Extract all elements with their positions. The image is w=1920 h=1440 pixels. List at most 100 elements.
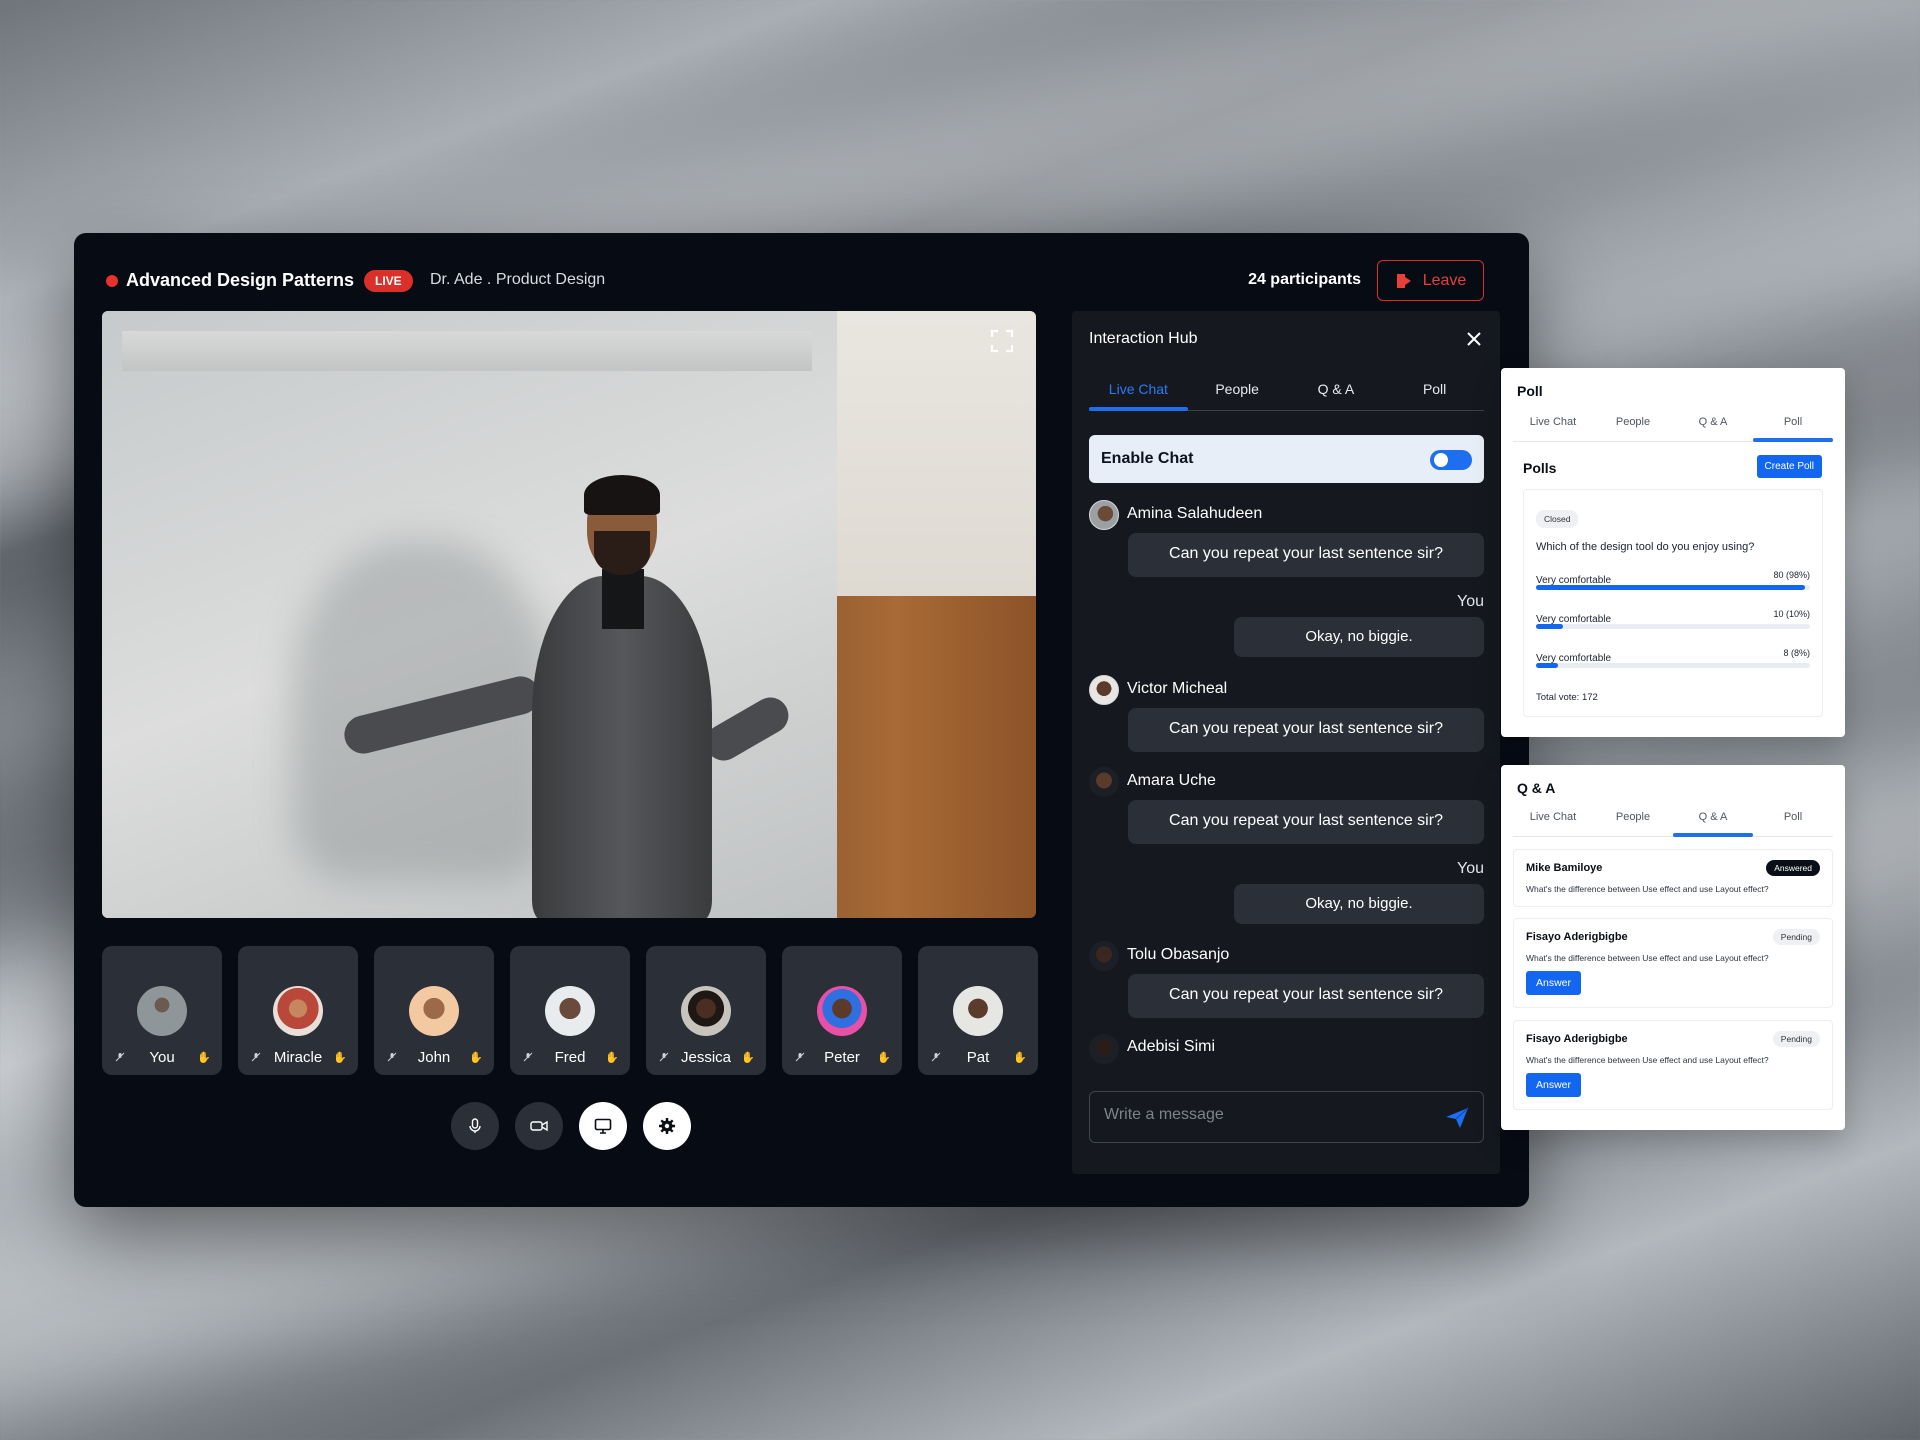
meeting-title: Advanced Design Patterns [126,270,355,290]
participant-count[interactable]: 24 participants [1248,271,1361,289]
tab-qa[interactable]: Q & A [1287,367,1386,410]
meeting-window: Advanced Design Patterns LIVE Dr. Ade . … [74,233,1529,1207]
raise-hand-icon: ✋ [469,1052,483,1064]
call-controls [451,1102,691,1150]
avatar [1089,941,1119,971]
close-icon[interactable] [1464,329,1484,349]
enable-chat-row: Enable Chat [1089,435,1484,483]
participant-tile[interactable]: Peter ✋ [782,946,902,1075]
participant-tiles: You ✋ Miracle ✋ John ✋ Fred ✋ Jessica ✋ [102,946,1038,1075]
poll-progress-fill [1536,663,1558,668]
fullscreen-icon[interactable] [990,329,1014,353]
avatar [1089,500,1119,530]
panel-title: Poll [1517,383,1543,399]
qa-panel: Q & A Live Chat People Q & A Poll Mike B… [1501,765,1845,1130]
tab-people[interactable]: People [1593,416,1673,441]
tab-people[interactable]: People [1593,811,1673,836]
tab-live-chat[interactable]: Live Chat [1089,367,1188,411]
poll-progress-fill [1536,624,1564,629]
tab-people[interactable]: People [1188,367,1287,410]
avatar [1089,675,1119,705]
poll-option: Very comfortable 8 (8%) [1536,648,1810,668]
hub-tabs: Live Chat People Q & A Poll [1089,367,1484,411]
message-composer [1089,1091,1484,1143]
raise-hand-icon: ✋ [1013,1052,1027,1064]
raise-hand-icon: ✋ [741,1052,755,1064]
poll-option-value: 80 (98%) [1773,570,1810,580]
answer-button[interactable]: Answer [1526,1073,1582,1097]
avatar [681,986,731,1036]
leave-icon [1396,273,1411,288]
participant-tile[interactable]: Miracle ✋ [238,946,358,1075]
message-sender: Tolu Obasanjo [1127,946,1230,963]
qa-author: Fisayo Aderigbigbe [1526,1033,1628,1045]
participant-tile[interactable]: Pat ✋ [918,946,1038,1075]
poll-progress-track [1536,585,1810,590]
chat-message: Can you repeat your last sentence sir? [1128,974,1484,1018]
message-sender: Victor Micheal [1127,680,1228,697]
monitor-icon [594,1118,612,1134]
status-badge: Answered [1766,860,1820,876]
participant-tile[interactable]: Jessica ✋ [646,946,766,1075]
you-label: You [1457,593,1484,610]
qa-question: What's the difference between Use effect… [1526,884,1769,894]
presenter-video[interactable] [102,311,1036,918]
status-badge: Closed [1536,510,1579,528]
you-label: You [1457,860,1484,877]
qa-item: Fisayo Aderigbigbe Pending What's the di… [1513,918,1833,1008]
participant-tile[interactable]: You ✋ [102,946,222,1075]
status-badge: Pending [1772,1031,1820,1047]
qa-question: What's the difference between Use effect… [1526,1055,1769,1065]
poll-panel: Poll Live Chat People Q & A Poll Polls C… [1501,368,1845,737]
gear-icon [659,1118,675,1134]
top-bar: Advanced Design Patterns LIVE Dr. Ade . … [74,233,1529,313]
poll-panel-tabs: Live Chat People Q & A Poll [1513,416,1833,442]
tab-qa[interactable]: Q & A [1673,811,1753,837]
camera-button[interactable] [515,1102,563,1150]
qa-panel-tabs: Live Chat People Q & A Poll [1513,811,1833,837]
qa-question: What's the difference between Use effect… [1526,953,1769,963]
participant-tile[interactable]: Fred ✋ [510,946,630,1075]
poll-progress-track [1536,624,1810,629]
qa-item: Mike Bamiloye Answered What's the differ… [1513,849,1833,907]
chat-message: Can you repeat your last sentence sir? [1128,533,1484,577]
send-icon[interactable] [1445,1107,1469,1129]
chat-message: Can you repeat your last sentence sir? [1128,800,1484,844]
create-poll-button[interactable]: Create Poll [1756,455,1822,478]
message-input[interactable] [1104,1106,1424,1124]
poll-option: Very comfortable 10 (10%) [1536,609,1810,629]
poll-card: Closed Which of the design tool do you e… [1523,489,1823,717]
enable-chat-toggle[interactable] [1430,450,1472,470]
message-sender: Amara Uche [1127,772,1216,789]
tab-live-chat[interactable]: Live Chat [1513,416,1593,441]
tab-poll[interactable]: Poll [1385,367,1484,410]
participant-tile[interactable]: John ✋ [374,946,494,1075]
total-votes: Total vote: 172 [1536,692,1598,703]
tab-poll[interactable]: Poll [1753,416,1833,442]
qa-author: Mike Bamiloye [1526,862,1603,874]
polls-heading: Polls [1523,460,1557,476]
avatar [817,986,867,1036]
leave-button[interactable]: Leave [1377,260,1484,301]
raise-hand-icon: ✋ [197,1052,211,1064]
microphone-icon [469,1118,481,1133]
microphone-button[interactable] [451,1102,499,1150]
chat-message-own: Okay, no biggie. [1234,617,1484,657]
message-sender: Amina Salahudeen [1127,505,1263,522]
tab-qa[interactable]: Q & A [1673,416,1753,441]
tab-poll[interactable]: Poll [1753,811,1833,836]
message-sender: Adebisi Simi [1127,1038,1216,1055]
poll-progress-fill [1536,585,1805,590]
avatar [545,986,595,1036]
interaction-hub: Interaction Hub Live Chat People Q & A P… [1072,311,1500,1174]
live-badge: LIVE [364,270,413,292]
settings-button[interactable] [643,1102,691,1150]
screen-share-button[interactable] [579,1102,627,1150]
avatar [1089,767,1119,797]
panel-title: Q & A [1517,780,1556,796]
answer-button[interactable]: Answer [1526,971,1582,995]
chat-message-own: Okay, no biggie. [1234,884,1484,924]
poll-option: Very comfortable 80 (98%) [1536,570,1810,590]
tab-live-chat[interactable]: Live Chat [1513,811,1593,836]
raise-hand-icon: ✋ [877,1052,891,1064]
